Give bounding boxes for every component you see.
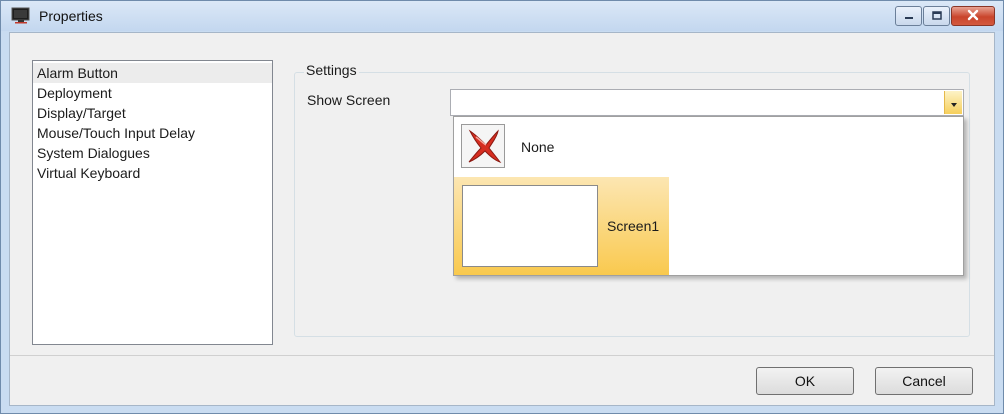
category-item-virtual-keyboard[interactable]: Virtual Keyboard	[33, 163, 272, 183]
properties-window: Properties Alarm Button Deployment Displ…	[0, 0, 1004, 414]
title-bar[interactable]: Properties	[1, 1, 1003, 31]
maximize-icon	[931, 8, 943, 24]
show-screen-label: Show Screen	[307, 92, 391, 108]
cancel-button[interactable]: Cancel	[875, 367, 973, 395]
screen-thumbnail	[462, 185, 598, 267]
minimize-button[interactable]	[895, 6, 922, 26]
ok-button[interactable]: OK	[756, 367, 854, 395]
window-controls	[894, 6, 995, 26]
dropdown-option-none[interactable]: None	[454, 117, 963, 177]
dropdown-option-screen1[interactable]: Screen1	[454, 177, 669, 275]
dialog-client-area: Alarm Button Deployment Display/Target M…	[9, 32, 995, 406]
monitor-app-icon	[11, 7, 31, 24]
category-item-mouse-touch-input-delay[interactable]: Mouse/Touch Input Delay	[33, 123, 272, 143]
minimize-icon	[903, 8, 915, 24]
maximize-button[interactable]	[923, 6, 950, 26]
close-button[interactable]	[951, 6, 995, 26]
option-screen1-label: Screen1	[607, 218, 660, 234]
option-none-label: None	[521, 139, 555, 155]
category-item-deployment[interactable]: Deployment	[33, 83, 272, 103]
footer-divider	[10, 355, 994, 356]
red-x-icon	[461, 124, 505, 168]
window-title: Properties	[39, 8, 103, 24]
show-screen-combobox[interactable]	[450, 89, 964, 116]
category-list[interactable]: Alarm Button Deployment Display/Target M…	[32, 60, 273, 345]
close-icon	[966, 8, 980, 24]
dropdown-arrow-button[interactable]	[944, 91, 962, 114]
category-item-display-target[interactable]: Display/Target	[33, 103, 272, 123]
category-item-system-dialogues[interactable]: System Dialogues	[33, 143, 272, 163]
chevron-down-icon	[950, 95, 958, 111]
category-item-alarm-button[interactable]: Alarm Button	[33, 63, 272, 83]
settings-group-label: Settings	[304, 62, 359, 78]
show-screen-dropdown-list: None Screen1	[453, 116, 964, 276]
